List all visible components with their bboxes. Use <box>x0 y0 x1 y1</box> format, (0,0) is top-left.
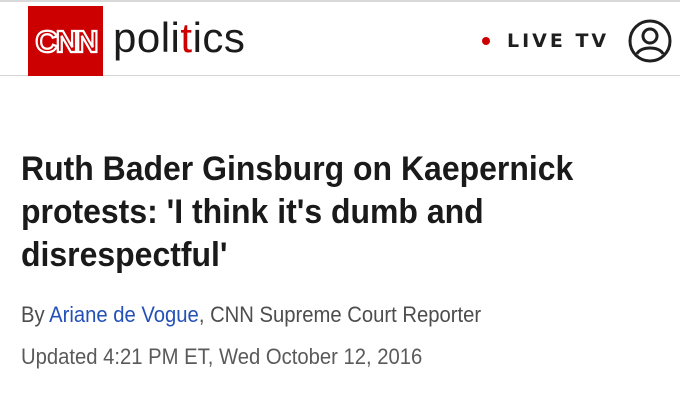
live-tv-label: LIVE TV <box>507 30 610 52</box>
svg-text:CNN: CNN <box>35 24 97 58</box>
live-tv-link[interactable]: LIVE TV <box>482 26 609 56</box>
author-role: , CNN Supreme Court Reporter <box>198 302 482 327</box>
section-title-suffix: ics <box>192 14 246 61</box>
account-button[interactable] <box>627 18 673 64</box>
cnn-logo-icon: CNN <box>34 24 98 58</box>
section-title-accent: t <box>180 14 193 61</box>
byline-prefix: By <box>21 302 50 327</box>
article-headline: Ruth Bader Ginsburg on Kaepernick protes… <box>21 150 574 274</box>
author-link[interactable]: Ariane de Vogue <box>49 302 199 327</box>
section-title-politics[interactable]: politics <box>113 13 245 63</box>
live-dot-icon <box>482 37 490 45</box>
updated-timestamp: Updated 4:21 PM ET, Wed October 12, 2016 <box>21 344 423 369</box>
section-title-prefix: poli <box>113 14 181 61</box>
account-icon <box>628 19 672 63</box>
site-header: CNN politics LIVE TV <box>0 2 680 76</box>
cnn-logo[interactable]: CNN <box>28 6 103 76</box>
byline: By Ariane de Vogue, CNN Supreme Court Re… <box>21 300 481 330</box>
